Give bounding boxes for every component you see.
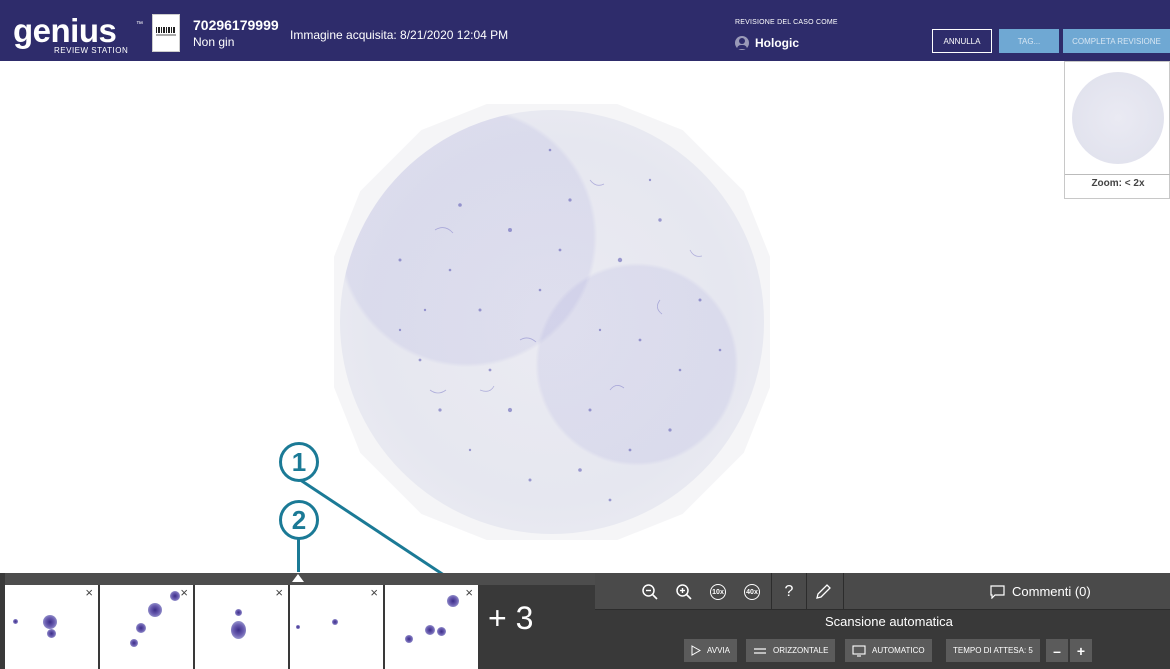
gallery-thumbnail[interactable]: ×	[195, 585, 288, 669]
image-acquired-timestamp: Immagine acquisita: 8/21/2020 12:04 PM	[290, 28, 509, 42]
monitor-icon	[852, 644, 866, 657]
case-type: Non gin	[193, 35, 235, 49]
horizontal-label: ORIZZONTALE	[773, 646, 829, 655]
pen-icon	[816, 584, 831, 599]
case-id: 70296179999	[193, 17, 279, 33]
gallery-toggle-caret-icon[interactable]	[292, 574, 304, 582]
complete-review-button[interactable]: COMPLETA REVISIONE	[1063, 29, 1170, 53]
start-button[interactable]: AVVIA	[684, 639, 737, 662]
zoom-in-button[interactable]	[669, 577, 699, 607]
comment-icon	[990, 584, 1005, 599]
minimap-zoom-level: Zoom: < 2x	[1091, 178, 1145, 189]
help-button[interactable]: ?	[774, 577, 804, 607]
gallery-thumbnail[interactable]: ×	[5, 585, 98, 669]
zoom-out-button[interactable]	[635, 577, 665, 607]
barcode-icon	[156, 27, 176, 33]
close-icon[interactable]: ×	[180, 586, 188, 599]
reviewer: Hologic	[735, 36, 799, 50]
slide-label-thumbnail	[152, 14, 180, 52]
zoom-10x-icon: 10x	[710, 584, 726, 600]
wait-time-display: TEMPO DI ATTESA: 5	[946, 639, 1040, 662]
logo-trademark: ™	[136, 21, 143, 28]
auto-scan-title: Scansione automatica	[825, 614, 953, 629]
close-icon[interactable]: ×	[275, 586, 283, 599]
wait-time-increase-button[interactable]: +	[1070, 639, 1092, 662]
review-station-app: genius ™ REVIEW STATION 70296179999 Non …	[0, 0, 1170, 669]
annotate-button[interactable]	[808, 577, 838, 607]
close-icon[interactable]: ×	[370, 586, 378, 599]
zoom-40x-icon: 40x	[744, 584, 760, 600]
reviewer-name: Hologic	[755, 36, 799, 50]
play-icon	[691, 645, 701, 656]
automatic-label: AUTOMATICO	[872, 646, 925, 655]
callout-2-leader	[297, 538, 300, 572]
header-bar: genius ™ REVIEW STATION 70296179999 Non …	[0, 0, 1170, 61]
start-label: AVVIA	[707, 646, 730, 655]
zoom-out-icon	[642, 584, 658, 600]
logo-subtitle: REVIEW STATION	[54, 46, 129, 55]
zoom-in-icon	[676, 584, 692, 600]
review-as-label: REVISIONE DEL CASO COME	[735, 19, 838, 26]
horizontal-lines-icon	[754, 647, 766, 654]
tag-button[interactable]: TAG...	[999, 29, 1059, 53]
user-icon	[735, 36, 749, 50]
genius-logo: genius ™ REVIEW STATION	[13, 12, 143, 55]
slide-viewer[interactable]	[334, 104, 770, 540]
minimap[interactable]: Zoom: < 2x	[1064, 61, 1170, 199]
gallery-thumbnail[interactable]: ×	[290, 585, 383, 669]
cancel-button[interactable]: ANNULLA	[932, 29, 992, 53]
callout-2: 2	[279, 500, 319, 540]
minimap-slide-preview[interactable]	[1072, 72, 1164, 164]
wait-time-decrease-button[interactable]: –	[1046, 639, 1068, 662]
more-thumbnails-count[interactable]: + 3	[488, 600, 533, 637]
gallery-thumbnail[interactable]: ×	[100, 585, 193, 669]
close-icon[interactable]: ×	[85, 586, 93, 599]
horizontal-button[interactable]: ORIZZONTALE	[746, 639, 836, 662]
gallery-thumbnail[interactable]: ×	[385, 585, 478, 669]
slide-image[interactable]	[340, 110, 764, 534]
specimen-cells	[398, 148, 722, 502]
comments-label: Commenti (0)	[1012, 584, 1091, 599]
gallery-thumbnails: × × × × ×	[5, 585, 478, 669]
zoom-40x-button[interactable]: 40x	[737, 577, 767, 607]
callout-1: 1	[279, 442, 319, 482]
automatic-button[interactable]: AUTOMATICO	[845, 639, 932, 662]
comments-button[interactable]: Commenti (0)	[990, 584, 1091, 599]
zoom-10x-button[interactable]: 10x	[703, 577, 733, 607]
close-icon[interactable]: ×	[465, 586, 473, 599]
logo-wordmark: genius	[13, 12, 117, 49]
